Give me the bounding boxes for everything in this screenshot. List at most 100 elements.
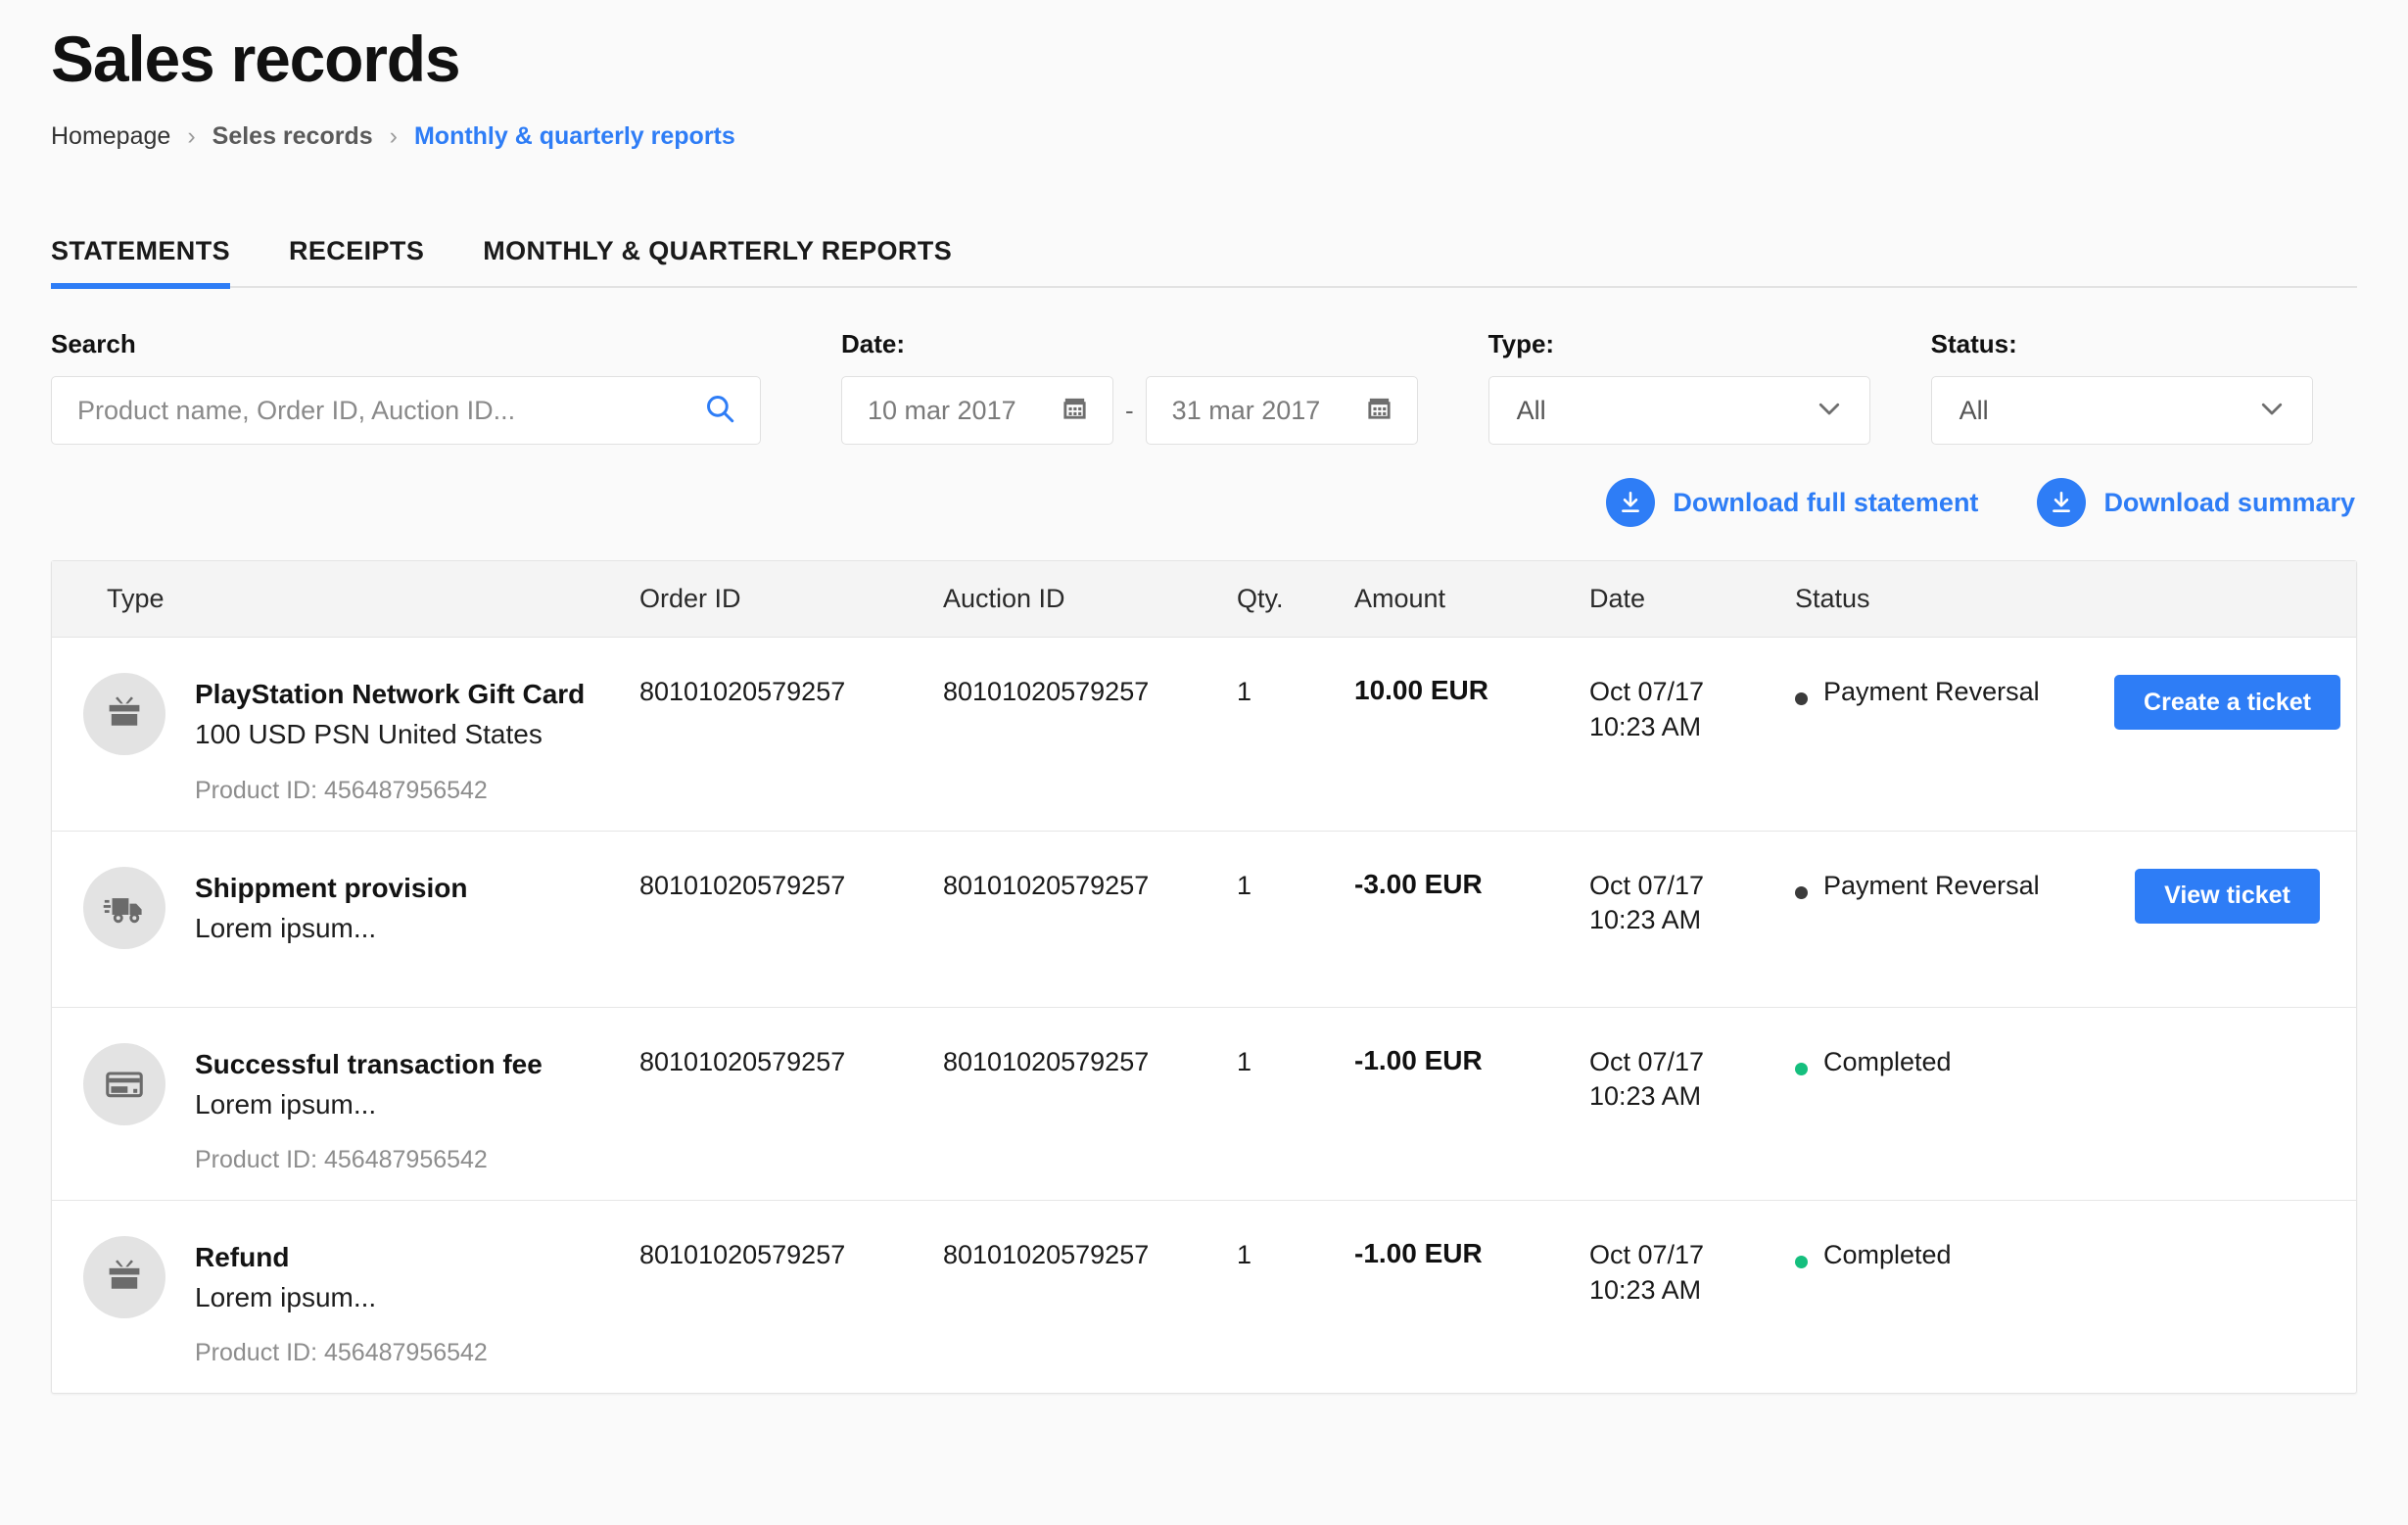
row-type-name: Successful transaction fee: [195, 1048, 543, 1079]
search-input[interactable]: [77, 395, 703, 426]
row-status: Completed: [1795, 1045, 2099, 1080]
row-auction-id: 80101020579257: [943, 1046, 1150, 1076]
row-qty: 1: [1237, 870, 1252, 900]
create-ticket-button[interactable]: Create a ticket: [2114, 675, 2340, 731]
chevron-right-icon: ›: [187, 122, 196, 151]
tab-receipts[interactable]: RECEIPTS: [289, 236, 424, 286]
column-header-auction-id: Auction ID: [943, 584, 1065, 614]
tab-bar: STATEMENTS RECEIPTS MONTHLY & QUARTERLY …: [51, 221, 2357, 290]
calendar-icon[interactable]: [1061, 394, 1089, 427]
column-header-date: Date: [1589, 584, 1646, 614]
column-header-status: Status: [1795, 584, 1870, 614]
status-dot-icon: [1795, 1062, 1808, 1075]
status-select[interactable]: All: [1930, 376, 2313, 446]
row-type-cell: Refund Lorem ipsum... Product ID: 456487…: [52, 1236, 639, 1367]
row-date: Oct 07/17 10:23 AM: [1589, 1045, 1795, 1115]
row-date: Oct 07/17 10:23 AM: [1589, 1238, 1795, 1308]
row-type-subtitle: Lorem ipsum...: [195, 912, 377, 943]
date-from-value: 10 mar 2017: [868, 395, 1016, 425]
row-status: Completed: [1795, 1238, 2099, 1273]
column-header-order-id: Order ID: [639, 584, 741, 614]
row-action-cell: View ticket: [2099, 868, 2356, 924]
credit-card-icon: [83, 1042, 165, 1125]
row-product-id: Product ID: 456487956542: [195, 1339, 488, 1367]
type-select-value: All: [1516, 395, 1546, 425]
row-type-subtitle: 100 USD PSN United States: [195, 719, 543, 750]
calendar-icon[interactable]: [1365, 394, 1393, 427]
column-header-amount: Amount: [1354, 584, 1446, 614]
row-auction-id: 80101020579257: [943, 677, 1150, 707]
status-badge: Completed: [1823, 1240, 1952, 1270]
type-filter-group: Type: All: [1487, 329, 1870, 446]
status-dot-icon: [1795, 692, 1808, 706]
chevron-right-icon: ›: [389, 122, 398, 151]
status-badge: Completed: [1823, 1046, 1952, 1076]
breadcrumb-item-monthly-quarterly-reports[interactable]: Monthly & quarterly reports: [414, 122, 735, 151]
row-date-time: 10:23 AM: [1589, 1274, 1702, 1305]
search-label: Search: [51, 329, 136, 359]
breadcrumb-item-homepage[interactable]: Homepage: [51, 122, 170, 151]
date-range-separator: -: [1125, 395, 1134, 425]
row-date-day: Oct 07/17: [1589, 1240, 1705, 1270]
row-product-id: Product ID: 456487956542: [195, 1146, 488, 1174]
row-type-cell: Successful transaction fee Lorem ipsum..…: [52, 1042, 639, 1174]
filter-bar: Search Date: 10 mar 2017: [51, 329, 2357, 446]
page-title: Sales records: [51, 23, 461, 95]
row-amount: -3.00 EUR: [1354, 868, 1483, 899]
row-auction-id: 80101020579257: [943, 870, 1150, 900]
row-type-cell: Shippment provision Lorem ipsum...: [52, 866, 639, 949]
chevron-down-icon[interactable]: [2257, 394, 2287, 428]
tab-monthly-quarterly-reports[interactable]: MONTHLY & QUARTERLY REPORTS: [483, 236, 952, 286]
status-badge: Payment Reversal: [1823, 870, 2040, 900]
table-header-row: Type Order ID Auction ID Qty. Amount Dat…: [52, 561, 2356, 639]
search-group: Search: [51, 329, 761, 446]
column-header-qty: Qty.: [1237, 584, 1284, 614]
date-label: Date:: [841, 329, 906, 359]
status-dot-icon: [1795, 1256, 1808, 1269]
table-row: PlayStation Network Gift Card 100 USD PS…: [52, 638, 2356, 832]
status-dot-icon: [1795, 885, 1808, 899]
row-amount: -1.00 EUR: [1354, 1044, 1483, 1075]
download-full-statement-label: Download full statement: [1673, 487, 1979, 517]
column-header-type: Type: [107, 584, 165, 614]
download-summary-label: Download summary: [2103, 487, 2355, 517]
row-auction-id: 80101020579257: [943, 1240, 1150, 1270]
row-action-cell: Create a ticket: [2099, 675, 2356, 731]
row-type-name: PlayStation Network Gift Card: [195, 679, 586, 710]
search-input-wrapper[interactable]: [51, 376, 761, 446]
table-row: Shippment provision Lorem ipsum... 80101…: [52, 832, 2356, 1008]
shipping-truck-icon: [83, 866, 165, 949]
download-full-statement-link[interactable]: Download full statement: [1606, 478, 1979, 528]
row-date-day: Oct 07/17: [1589, 677, 1705, 707]
search-icon[interactable]: [703, 392, 736, 430]
download-icon: [2037, 478, 2087, 528]
chevron-down-icon[interactable]: [1815, 394, 1844, 428]
row-status: Payment Reversal: [1795, 869, 2099, 904]
date-from-input[interactable]: 10 mar 2017: [841, 376, 1113, 446]
row-qty: 1: [1237, 1240, 1252, 1270]
download-icon: [1606, 478, 1656, 528]
row-qty: 1: [1237, 677, 1252, 707]
breadcrumb-item-seles-records[interactable]: Seles records: [212, 122, 373, 151]
row-order-id: 80101020579257: [639, 1240, 846, 1270]
type-select[interactable]: All: [1487, 376, 1870, 446]
row-date-time: 10:23 AM: [1589, 1081, 1702, 1112]
row-date: Oct 07/17 10:23 AM: [1589, 675, 1795, 744]
table-row: Refund Lorem ipsum... Product ID: 456487…: [52, 1201, 2356, 1393]
row-status: Payment Reversal: [1795, 675, 2099, 710]
date-to-input[interactable]: 31 mar 2017: [1145, 376, 1418, 446]
tab-statements[interactable]: STATEMENTS: [51, 236, 230, 290]
breadcrumb: Homepage › Seles records › Monthly & qua…: [51, 122, 2357, 151]
download-summary-link[interactable]: Download summary: [2037, 478, 2355, 528]
status-select-value: All: [1959, 395, 1989, 425]
row-date-day: Oct 07/17: [1589, 1046, 1705, 1076]
row-product-id: Product ID: 456487956542: [195, 776, 488, 804]
row-type-subtitle: Lorem ipsum...: [195, 1088, 377, 1120]
type-label: Type:: [1487, 329, 1555, 359]
row-type-cell: PlayStation Network Gift Card 100 USD PS…: [52, 673, 639, 804]
view-ticket-button[interactable]: View ticket: [2135, 868, 2320, 924]
row-order-id: 80101020579257: [639, 870, 846, 900]
date-group: Date: 10 mar 2017 - 31 mar 2017: [841, 329, 1418, 446]
status-filter-group: Status: All: [1930, 329, 2313, 446]
row-date-time: 10:23 AM: [1589, 711, 1702, 741]
